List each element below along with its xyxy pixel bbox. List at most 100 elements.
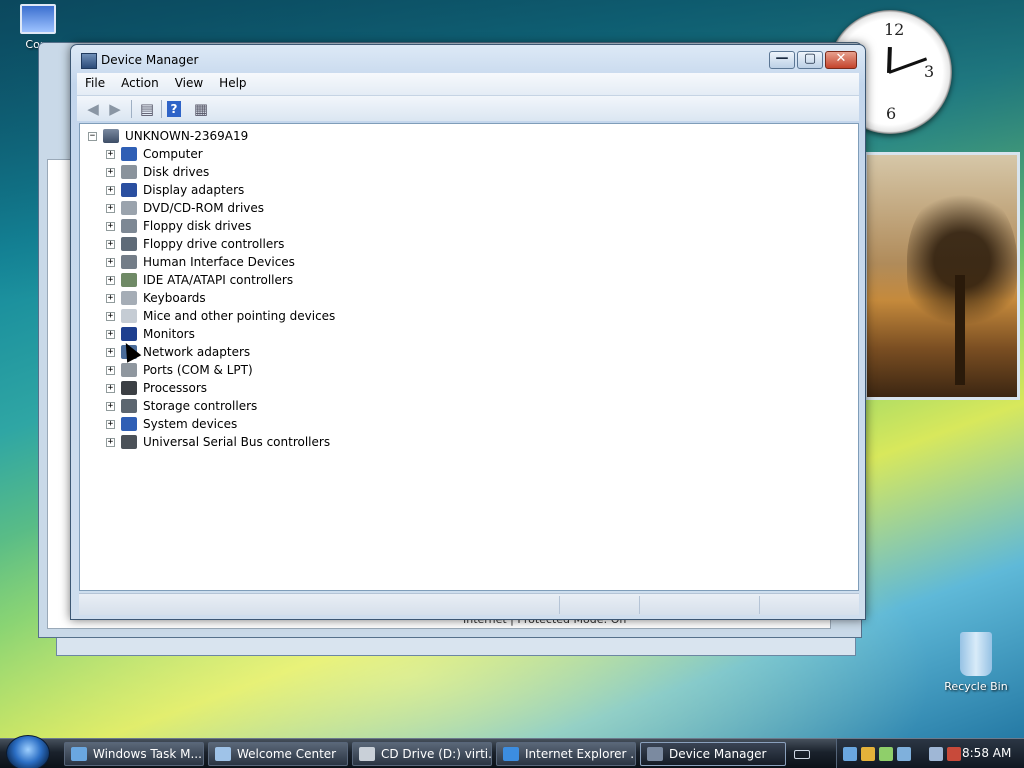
menu-bar: File Action View Help: [77, 73, 859, 95]
desktop-recycle-bin[interactable]: Recycle Bin: [938, 632, 1014, 693]
volume-muted-icon[interactable]: [947, 747, 961, 761]
tree-node[interactable]: + Floppy disk drives: [106, 217, 251, 235]
tree-node-label: System devices: [143, 417, 238, 431]
tree-node-label: Monitors: [143, 327, 195, 341]
clock-numeral: 3: [924, 62, 935, 81]
toolbar: ◀ ▶ ▤ ? ▦: [77, 95, 859, 121]
close-button[interactable]: ✕: [825, 51, 857, 69]
expand-icon[interactable]: +: [106, 383, 115, 393]
expand-icon[interactable]: +: [106, 221, 115, 231]
tree-node[interactable]: + Storage controllers: [106, 397, 257, 415]
menu-help[interactable]: Help: [211, 73, 254, 93]
clock-time[interactable]: 8:58 AM: [962, 746, 1011, 760]
device-manager-icon: [81, 53, 97, 69]
menu-file[interactable]: File: [77, 73, 113, 93]
tree-node[interactable]: + System devices: [106, 415, 237, 433]
internet-explorer-icon: [503, 747, 519, 761]
update-tray-icon[interactable]: [879, 747, 893, 761]
tree-node[interactable]: + Display adapters: [106, 181, 244, 199]
back-button[interactable]: ◀: [83, 100, 103, 118]
tree-node[interactable]: + Mice and other pointing devices: [106, 307, 335, 325]
expand-icon[interactable]: +: [106, 419, 115, 429]
clock-minute-hand: [888, 57, 928, 74]
tree-root-label: UNKNOWN-2369A19: [125, 129, 249, 143]
taskbar-button-label: Device Manager: [669, 747, 767, 761]
start-button[interactable]: [6, 735, 50, 768]
tree-node-label: Disk drives: [143, 165, 210, 179]
tree-node-label: Storage controllers: [143, 399, 258, 413]
tree-node-label: Display adapters: [143, 183, 245, 197]
tree-node-label: Computer: [143, 147, 203, 161]
expand-icon[interactable]: +: [106, 149, 115, 159]
tree-node[interactable]: + Universal Serial Bus controllers: [106, 433, 330, 451]
taskbar-button[interactable]: CD Drive (D:) virti...: [352, 742, 492, 766]
menu-action[interactable]: Action: [113, 73, 167, 93]
keyboard-layout-icon[interactable]: [794, 750, 810, 759]
expand-icon[interactable]: +: [106, 347, 115, 357]
security-shield-icon[interactable]: [861, 747, 875, 761]
taskbar-button-label: CD Drive (D:) virti...: [381, 747, 492, 761]
taskbar-button-label: Windows Task M...: [93, 747, 202, 761]
expand-icon[interactable]: +: [106, 239, 115, 249]
usb-icon: [121, 435, 137, 449]
tree-node[interactable]: + IDE ATA/ATAPI controllers: [106, 271, 293, 289]
taskbar-button[interactable]: Internet Explorer ...: [496, 742, 636, 766]
collapse-icon[interactable]: −: [88, 131, 97, 141]
tree-node[interactable]: + Computer: [106, 145, 203, 163]
taskbar-button[interactable]: Device Manager: [640, 742, 786, 766]
expand-icon[interactable]: +: [106, 293, 115, 303]
network-status-icon[interactable]: [929, 747, 943, 761]
maximize-button[interactable]: ▢: [797, 51, 823, 69]
tree-node[interactable]: + DVD/CD-ROM drives: [106, 199, 264, 217]
minimize-button[interactable]: —: [769, 51, 795, 69]
menu-view[interactable]: View: [167, 73, 211, 93]
tree-node[interactable]: + Processors: [106, 379, 207, 397]
title-bar[interactable]: Device Manager — ▢ ✕: [71, 45, 865, 75]
mouse-icon: [121, 309, 137, 323]
taskbar-button[interactable]: Windows Task M...: [64, 742, 204, 766]
expand-icon[interactable]: +: [106, 401, 115, 411]
clock-numeral: 12: [884, 20, 905, 39]
taskbar-button[interactable]: Welcome Center: [208, 742, 348, 766]
tree-node[interactable]: + Human Interface Devices: [106, 253, 295, 271]
minimize-icon: —: [775, 51, 789, 66]
tree-node[interactable]: + Monitors: [106, 325, 195, 343]
device-manager-window[interactable]: Device Manager — ▢ ✕ File Action View Help …: [70, 44, 866, 620]
status-bar: [79, 593, 859, 615]
expand-icon[interactable]: +: [106, 203, 115, 213]
expand-icon[interactable]: +: [106, 257, 115, 267]
tree-node-label: Floppy disk drives: [143, 219, 252, 233]
tree-node[interactable]: + Floppy drive controllers: [106, 235, 284, 253]
cd-drive-icon: [359, 747, 375, 761]
tree-node-label: Processors: [143, 381, 208, 395]
slideshow-gadget[interactable]: [864, 152, 1020, 400]
tree-node[interactable]: + Ports (COM & LPT): [106, 361, 253, 379]
tree-node[interactable]: + Keyboards: [106, 289, 206, 307]
network-tray-icon[interactable]: [843, 747, 857, 761]
expand-icon[interactable]: +: [106, 365, 115, 375]
expand-icon[interactable]: +: [106, 437, 115, 447]
computer-icon: [20, 4, 56, 34]
hid-icon: [121, 255, 137, 269]
expand-icon[interactable]: +: [106, 185, 115, 195]
forward-button[interactable]: ▶: [105, 100, 125, 118]
console-tree-icon: ▤: [139, 100, 155, 118]
tree-root-node[interactable]: − UNKNOWN-2369A19: [88, 127, 248, 145]
device-tree[interactable]: − UNKNOWN-2369A19 + Computer + Disk drives +…: [79, 123, 859, 591]
display-tray-icon[interactable]: [897, 747, 911, 761]
expand-icon[interactable]: +: [106, 329, 115, 339]
toolbar-separator: [131, 100, 132, 118]
welcome-center-icon: [215, 747, 231, 761]
show-hide-tree-button[interactable]: ▤: [137, 100, 157, 118]
help-icon: ?: [170, 102, 178, 116]
expand-icon[interactable]: +: [106, 167, 115, 177]
properties-button[interactable]: ▦: [191, 100, 211, 118]
tree-node-label: IDE ATA/ATAPI controllers: [143, 273, 294, 287]
processor-icon: [121, 381, 137, 395]
expand-icon[interactable]: +: [106, 275, 115, 285]
clock-numeral: 6: [886, 104, 897, 123]
help-button[interactable]: ?: [167, 101, 181, 117]
tree-node[interactable]: + Disk drives: [106, 163, 209, 181]
tree-node-label: Ports (COM & LPT): [143, 363, 253, 377]
expand-icon[interactable]: +: [106, 311, 115, 321]
